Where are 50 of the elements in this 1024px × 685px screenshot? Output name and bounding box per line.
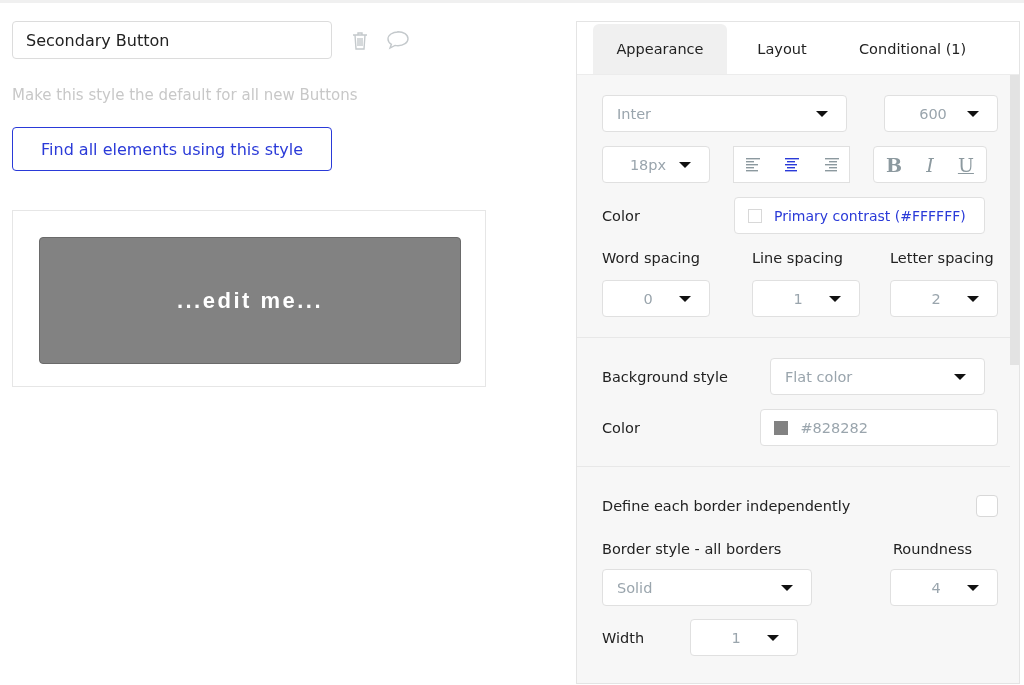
caret-icon [781, 584, 793, 591]
align-left-icon[interactable] [744, 156, 763, 173]
caret-icon [967, 584, 979, 591]
spacing-dropdown[interactable]: 0 [602, 280, 710, 317]
spacing-label: Line spacing [752, 250, 844, 266]
checkbox[interactable] [976, 495, 998, 517]
spacing-label: Word spacing [602, 250, 701, 266]
italic-toggle[interactable]: I [926, 153, 934, 176]
spacing-dropdown[interactable]: 1 [752, 280, 860, 317]
width-label: Width [602, 629, 646, 646]
comment-icon[interactable] [386, 30, 410, 50]
roundness-label: Roundness [892, 541, 972, 557]
font-weight-dropdown[interactable]: 600 [884, 95, 998, 132]
tab[interactable]: Conditional (1) [837, 24, 989, 74]
color-value: Primary contrast (#FFFFFF) [774, 207, 966, 224]
border-style-label: Border style - all borders [602, 541, 782, 557]
color-value: #828282 [800, 419, 868, 436]
color-swatch-icon [774, 420, 789, 435]
find-elements-button[interactable]: Find all elements using this style [12, 127, 332, 171]
caret-icon [967, 295, 979, 302]
caret-icon [954, 373, 966, 380]
color-swatch-icon [748, 208, 762, 223]
background-style-label: Background style [602, 368, 729, 385]
color-label: Color [602, 419, 641, 436]
underline-toggle[interactable]: U [957, 153, 974, 176]
align-center-icon[interactable] [782, 156, 801, 173]
caret-icon [829, 295, 841, 302]
font-size-dropdown[interactable]: 18px [602, 146, 710, 183]
caret-icon [816, 110, 828, 117]
font-family-dropdown[interactable]: Inter [602, 95, 847, 132]
trash-icon[interactable] [352, 30, 368, 50]
background-style-dropdown[interactable]: Flat color [770, 358, 985, 395]
border-width-dropdown[interactable]: 1 [690, 619, 798, 656]
caret-icon [967, 110, 979, 117]
tab[interactable]: Appearance [593, 24, 727, 74]
background-color-field[interactable]: #828282 [760, 409, 998, 446]
spacing-dropdown[interactable]: 2 [890, 280, 998, 317]
independent-borders-label: Define each border independently [602, 498, 851, 514]
caret-icon [767, 634, 779, 641]
text-color-field[interactable]: Primary contrast (#FFFFFF) [734, 197, 985, 234]
roundness-dropdown[interactable]: 4 [890, 569, 998, 606]
bold-toggle[interactable]: B [886, 153, 903, 176]
spacing-label: Letter spacing [890, 250, 995, 266]
style-name-field[interactable]: Secondary Button [12, 21, 332, 59]
color-label: Color [602, 207, 641, 224]
border-style-dropdown[interactable]: Solid [602, 569, 812, 606]
caret-icon [679, 161, 691, 168]
preview-button[interactable]: ...edit me... [39, 237, 461, 364]
caret-icon [679, 295, 691, 302]
tab[interactable]: Layout [727, 24, 837, 74]
